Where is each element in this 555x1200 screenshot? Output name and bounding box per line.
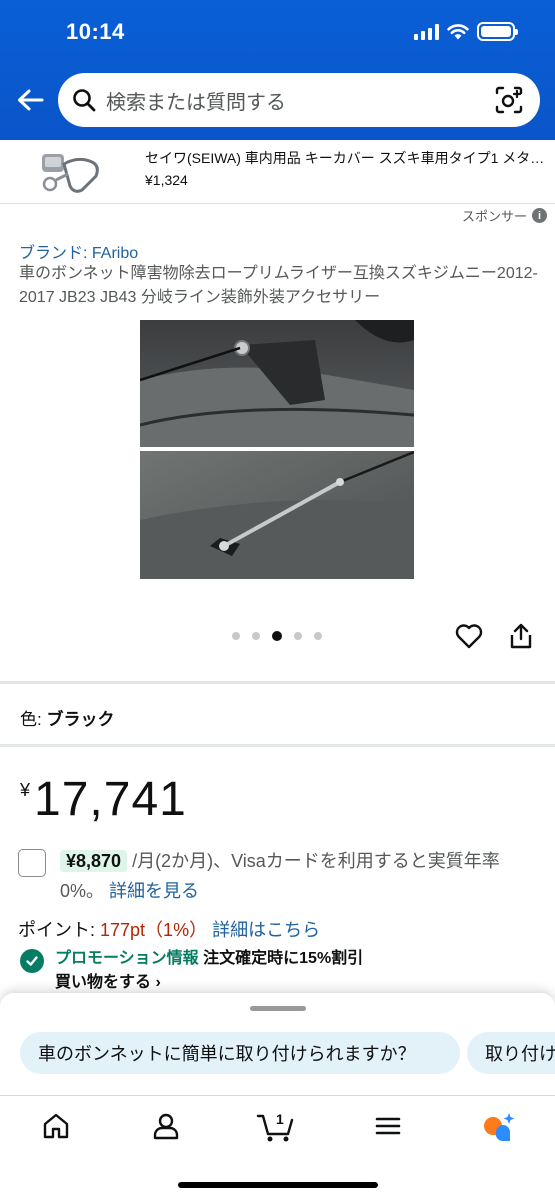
points-value: 177pt（1%）: [100, 920, 208, 940]
points-label: ポイント:: [18, 920, 101, 940]
installment-details-link[interactable]: 詳細を見る: [109, 881, 199, 901]
color-label: 色:: [20, 710, 47, 729]
carousel-dot[interactable]: [232, 632, 240, 640]
carousel-dot-active[interactable]: [272, 631, 282, 641]
cart-icon: 1: [256, 1111, 294, 1142]
suggestion-chip[interactable]: 車のボンネットに簡単に取り付けられますか？: [20, 1032, 460, 1074]
carousel-dot[interactable]: [252, 632, 260, 640]
points-row: ポイント: 177pt（1%） 詳細はこちら: [18, 916, 320, 942]
nav-home[interactable]: [36, 1108, 76, 1144]
status-time: 10:14: [66, 19, 125, 44]
menu-icon: [375, 1117, 401, 1135]
home-indicator: [178, 1182, 378, 1188]
check-circle-icon: [20, 949, 44, 973]
product-title: 車のボンネット障害物除去ロープリムライザー互換スズキジムニー2012-2017 …: [19, 265, 538, 306]
carousel-dot[interactable]: [314, 632, 322, 640]
rufus-icon: [484, 1113, 515, 1142]
installment-amount: ¥8,870: [60, 850, 128, 872]
wifi-icon: [447, 24, 469, 40]
share-icon[interactable]: [508, 622, 534, 650]
camera-search-button[interactable]: [492, 83, 526, 117]
sponsored-label-text: スポンサー: [461, 209, 527, 224]
divider: [0, 681, 555, 684]
points-details-link[interactable]: 詳細はこちら: [212, 920, 320, 940]
brand-link[interactable]: ブランド: FAribo: [19, 239, 138, 263]
divider: [0, 744, 555, 747]
header: 10:14 検索または質問する: [0, 0, 555, 140]
sponsored-price: ¥1,324: [145, 172, 188, 188]
price: ¥ 17,741: [20, 772, 187, 827]
sheet-drag-handle[interactable]: [250, 1006, 306, 1011]
price-amount: 17,741: [34, 773, 187, 826]
suggestion-chip[interactable]: 取り付け: [467, 1032, 555, 1074]
sponsored-title[interactable]: セイワ(SEIWA) 車内用品 キーカバー スズキ車用タイプ1 メタ…: [145, 148, 545, 168]
heart-icon[interactable]: [455, 622, 483, 650]
image-carousel-indicator[interactable]: [232, 631, 322, 641]
nav-menu[interactable]: [368, 1108, 408, 1144]
nav-account[interactable]: [146, 1108, 186, 1144]
back-button[interactable]: [14, 84, 46, 116]
cart-count: 1: [276, 1111, 284, 1127]
promo-label: プロモーション情報: [55, 950, 199, 967]
installment-text: ¥8,870 /月(2か月)、Visaカードを利用すると実質年率0%。 詳細を見…: [60, 846, 540, 906]
sponsored-product-image[interactable]: [34, 150, 106, 196]
battery-icon: [477, 22, 518, 41]
account-icon: [153, 1113, 179, 1140]
camera-icon: [495, 86, 523, 114]
search-input[interactable]: 検索または質問する: [58, 73, 540, 127]
color-selector[interactable]: 色: ブラック: [20, 705, 114, 730]
color-value: ブラック: [46, 710, 115, 729]
search-icon: [73, 89, 96, 112]
info-icon: i: [532, 208, 547, 223]
product-image[interactable]: [140, 320, 414, 579]
carousel-dot[interactable]: [294, 632, 302, 640]
installment-checkbox[interactable]: [18, 849, 46, 877]
promo-text: プロモーション情報 注文確定時に15%割引 買い物をする ›: [55, 947, 363, 995]
nav-rufus[interactable]: [478, 1108, 518, 1144]
promo-detail: 注文確定時に15%割引: [203, 950, 364, 967]
back-arrow-icon: [18, 89, 44, 111]
price-symbol: ¥: [20, 780, 31, 800]
search-placeholder: 検索または質問する: [106, 91, 286, 114]
promo-shop-link[interactable]: 買い物をする ›: [55, 974, 161, 991]
sponsored-label[interactable]: スポンサー i: [462, 206, 547, 225]
signal-icon: [414, 23, 439, 40]
status-icons: [414, 22, 518, 41]
nav-cart[interactable]: 1: [256, 1108, 296, 1144]
home-icon: [43, 1113, 69, 1139]
